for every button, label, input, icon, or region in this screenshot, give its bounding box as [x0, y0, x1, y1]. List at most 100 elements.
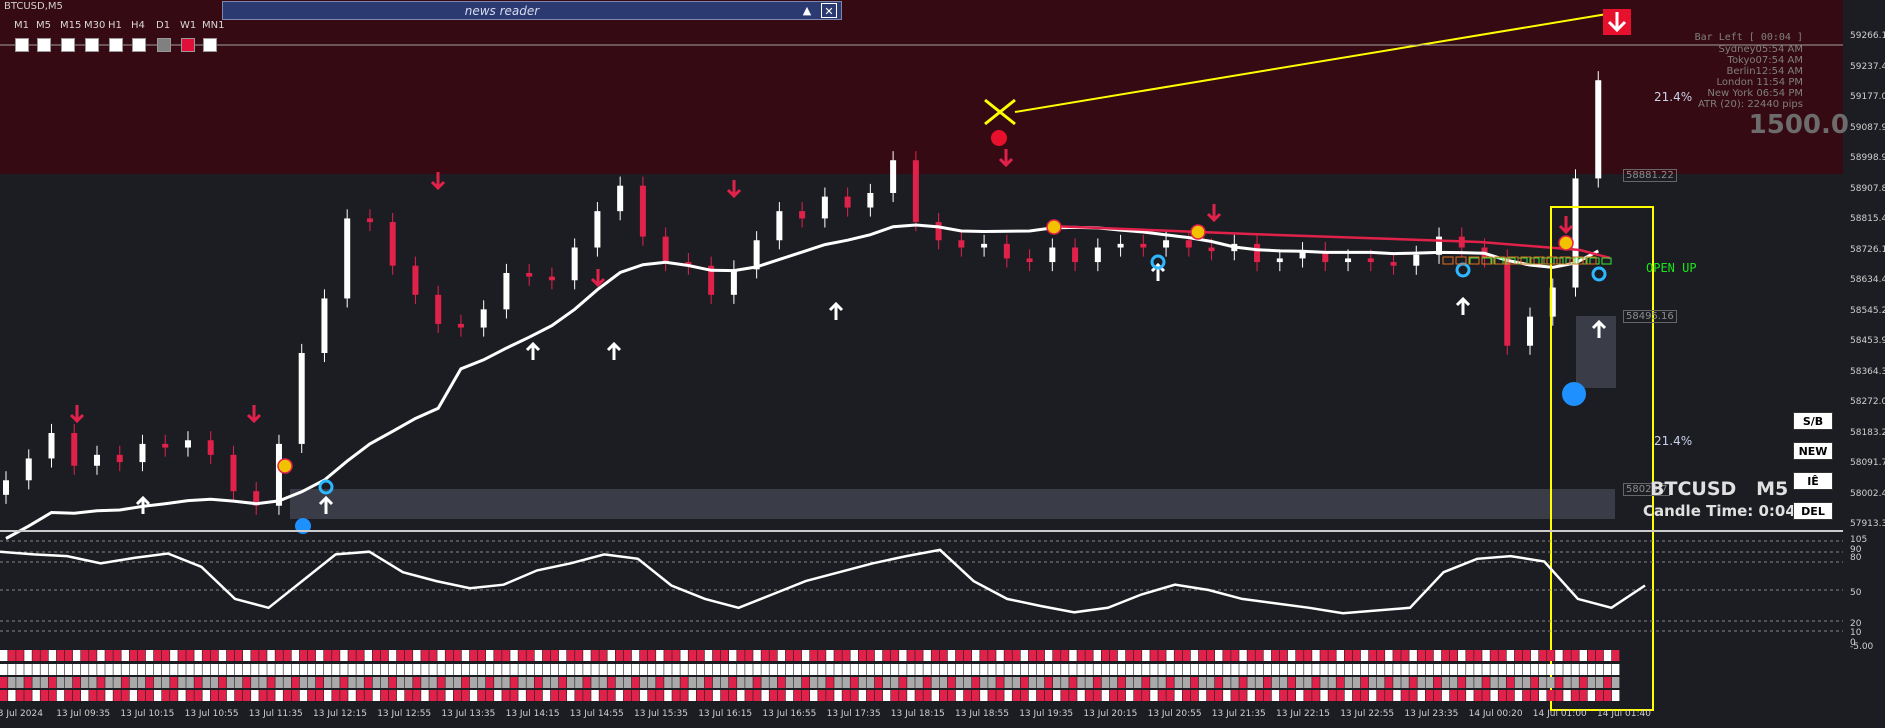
signal-cell [24, 690, 32, 701]
close-icon[interactable]: ✕ [821, 3, 837, 18]
signal-cell [1101, 664, 1110, 675]
signal-cell [72, 690, 81, 701]
signal-cell [1328, 690, 1336, 701]
timeframe-button-m15[interactable] [61, 38, 75, 52]
timeframe-label-h1[interactable]: H1 [108, 20, 122, 31]
signal-cell [477, 690, 486, 701]
signal-cell [275, 677, 283, 688]
signal-cell [656, 650, 664, 661]
signal-cell [1223, 664, 1231, 675]
target-icon [1591, 266, 1607, 282]
timeframe-button-mn1[interactable] [203, 38, 217, 52]
signal-cell [243, 677, 251, 688]
signal-cell [24, 677, 32, 688]
signal-cell [769, 690, 777, 701]
chart-title: BTCUSD,M5 [4, 1, 63, 12]
symbol-name: BTCUSD [1650, 478, 1737, 500]
signal-cell [1174, 650, 1182, 661]
signal-cell [1182, 690, 1191, 701]
signal-cell [1166, 677, 1174, 688]
timeframe-button-m30[interactable] [85, 38, 99, 52]
signal-cell [680, 690, 688, 701]
time-axis-label: 13 Jul 22:15 [1276, 709, 1330, 719]
timeframe-label-d1[interactable]: D1 [156, 20, 170, 31]
signal-cell [283, 677, 291, 688]
signal-cell [656, 690, 664, 701]
signal-cell [502, 664, 510, 675]
signal-cell [413, 664, 421, 675]
signal-cell [283, 690, 291, 701]
timeframe-label-m1[interactable]: M1 [14, 20, 29, 31]
timeframe-button-m5[interactable] [37, 38, 51, 52]
new-button[interactable]: NEW [1793, 442, 1833, 460]
ie-button[interactable]: IÊ [1793, 472, 1833, 490]
price-chart[interactable] [0, 0, 1885, 724]
candle [139, 443, 146, 463]
signal-cell [486, 664, 494, 675]
signal-cell [1344, 664, 1353, 675]
chart-canvas[interactable] [0, 0, 1885, 724]
signal-cell [672, 664, 680, 675]
signal-cell [129, 677, 138, 688]
timeframe-label-m15[interactable]: M15 [60, 20, 81, 31]
timeframe-button-h4[interactable] [132, 38, 146, 52]
signal-cell [502, 677, 510, 688]
signal-cell [899, 690, 907, 701]
signal-cell [583, 677, 591, 688]
candle [1254, 243, 1261, 263]
signal-cell [1215, 677, 1223, 688]
candle [298, 352, 305, 444]
signal-cell [380, 677, 389, 688]
timeframe-button-m1[interactable] [15, 38, 29, 52]
target-icon [1455, 262, 1471, 278]
signal-cell [453, 664, 462, 675]
signal-cell [1587, 664, 1596, 675]
signal-cell [882, 650, 891, 661]
signal-cell [1539, 664, 1547, 675]
signal-cell [218, 690, 227, 701]
del-button[interactable]: DEL [1793, 502, 1833, 520]
signal-cell [332, 664, 340, 675]
sb-button[interactable]: S/B [1793, 412, 1833, 430]
signal-cell [275, 664, 283, 675]
news-reader-panel[interactable]: news reader ▲ ✕ [222, 1, 842, 20]
signal-cell [324, 677, 332, 688]
timeframe-label-mn1[interactable]: MN1 [202, 20, 224, 31]
signal-cell [526, 650, 534, 661]
triangle-up-icon[interactable]: ▲ [799, 3, 815, 18]
signal-cell [826, 690, 834, 701]
signal-cell [907, 664, 915, 675]
signal-cell [267, 677, 275, 688]
signal-cell [1506, 677, 1515, 688]
signal-cell [1320, 690, 1328, 701]
signal-cell [939, 664, 948, 675]
signal-cell [186, 650, 194, 661]
timeframe-button-d1[interactable] [157, 38, 171, 52]
signal-cell [170, 690, 178, 701]
signal-cell [1611, 650, 1620, 661]
price-axis-label: 58183.2 [1850, 427, 1885, 438]
timeframe-label-m5[interactable]: M5 [36, 20, 51, 31]
signal-cell [105, 650, 113, 661]
signal-cell [834, 690, 842, 701]
signal-cell [1611, 664, 1620, 675]
timeframe-button-w1[interactable] [181, 38, 195, 52]
signal-cell [81, 650, 89, 661]
timeframe-label-m30[interactable]: M30 [84, 20, 105, 31]
signal-cell [558, 677, 567, 688]
signal-cell [1036, 677, 1045, 688]
signal-cell [753, 690, 761, 701]
candle [1276, 258, 1283, 263]
signal-cell [866, 664, 875, 675]
timeframe-label-h4[interactable]: H4 [131, 20, 145, 31]
timeframe-label-w1[interactable]: W1 [180, 20, 196, 31]
candle [1049, 247, 1056, 263]
timeframe-button-h1[interactable] [109, 38, 123, 52]
signal-cell [1547, 650, 1555, 661]
signal-cell [97, 664, 105, 675]
signal-cell [980, 690, 988, 701]
signal-cell [615, 664, 624, 675]
signal-cell [1425, 677, 1434, 688]
signal-cell [696, 650, 705, 661]
signal-cell [48, 664, 57, 675]
